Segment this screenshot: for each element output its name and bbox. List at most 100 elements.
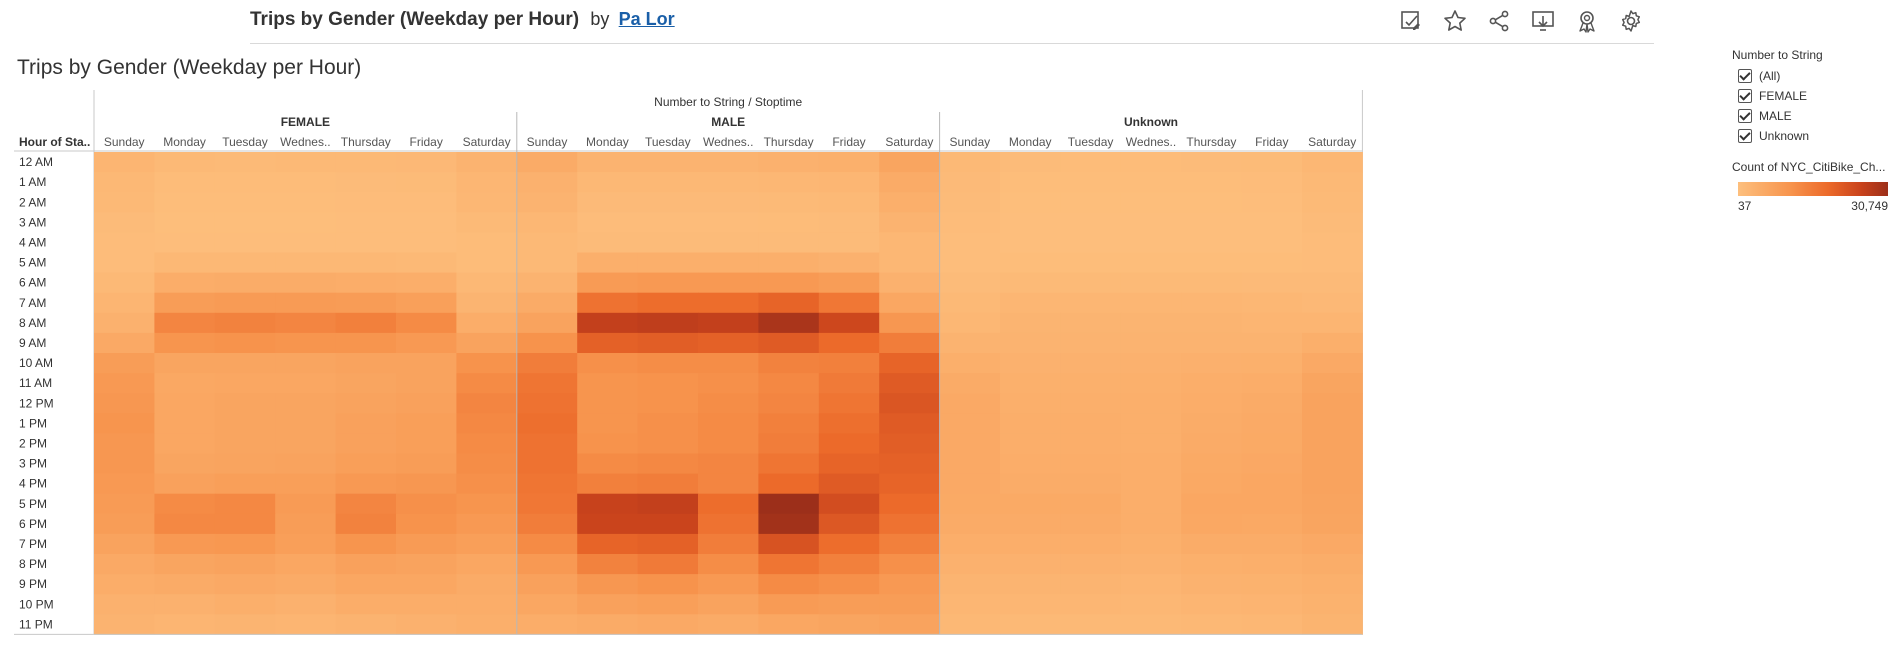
- heatmap-cell: [516, 353, 578, 374]
- heatmap-cell: [456, 172, 518, 193]
- heatmap-cell: [1000, 393, 1061, 414]
- group-label: Unknown: [1124, 115, 1178, 129]
- checkbox-checked-icon[interactable]: [1738, 69, 1752, 83]
- heatmap-cell: [939, 473, 1001, 495]
- heatmap-cell: [456, 614, 518, 635]
- heatmap-cell: [939, 172, 1001, 193]
- heatmap-cell: [1241, 152, 1303, 173]
- heatmap-cell: [275, 252, 337, 274]
- heatmap-cell: [1060, 533, 1122, 555]
- color-min-label: 37: [1738, 199, 1752, 213]
- heatmap-cell: [1302, 493, 1363, 515]
- heatmap-chart: Number to String / Stoptime FEMALE Sunday M…: [14, 90, 1363, 635]
- day-label: Friday: [1255, 135, 1288, 149]
- hour-label: 12 AM: [19, 155, 53, 169]
- heatmap-cell: [516, 373, 578, 394]
- heatmap-cell: [1241, 453, 1303, 475]
- heatmap-cell: [698, 594, 759, 615]
- heatmap-cell: [335, 594, 397, 615]
- heatmap-cell: [698, 373, 759, 394]
- heatmap-cell: [94, 353, 155, 374]
- heatmap-cell: [154, 152, 216, 173]
- filter-item-female[interactable]: FEMALE: [1732, 86, 1902, 106]
- heatmap-cell: [335, 232, 397, 253]
- heatmap-cell: [275, 533, 337, 555]
- share-icon[interactable]: [1486, 8, 1512, 34]
- heatmap-cell: [275, 614, 337, 635]
- heatmap-cell: [1000, 513, 1061, 535]
- heatmap-cell: [1241, 192, 1303, 213]
- hour-label: 2 PM: [19, 436, 47, 450]
- heatmap-cell: [275, 413, 337, 434]
- heatmap-cell: [275, 574, 337, 595]
- checkbox-checked-icon[interactable]: [1738, 129, 1752, 143]
- heatmap-cell: [577, 533, 639, 555]
- heatmap-cell: [1120, 413, 1182, 434]
- metrics-icon[interactable]: [1574, 8, 1600, 34]
- hour-label: 6 AM: [19, 276, 46, 290]
- heatmap-cell: [698, 172, 759, 193]
- heatmap-cell: [879, 433, 941, 454]
- heatmap-cell: [577, 252, 639, 274]
- edit-sheet-icon[interactable]: [1398, 8, 1424, 34]
- checkbox-checked-icon[interactable]: [1738, 89, 1752, 103]
- heatmap-cell: [698, 232, 759, 253]
- heatmap-cell: [1241, 332, 1303, 354]
- heatmap-cell: [1000, 533, 1061, 555]
- heatmap-cell: [698, 493, 759, 515]
- heatmap-cell: [1060, 172, 1122, 193]
- heatmap-cell: [879, 574, 941, 595]
- heatmap-cell: [637, 594, 699, 615]
- heatmap-cell: [758, 493, 820, 515]
- heatmap-cell: [637, 533, 699, 555]
- heatmap-cell: [396, 493, 457, 515]
- heatmap-cell: [154, 272, 216, 294]
- heatmap-cell: [335, 533, 397, 555]
- heatmap-cell: [577, 574, 639, 595]
- heatmap-cell: [214, 292, 276, 314]
- heatmap-cell: [1060, 614, 1122, 635]
- day-label: Sunday: [104, 135, 145, 149]
- heatmap-cell: [154, 493, 216, 515]
- heatmap-cell: [214, 373, 276, 394]
- heatmap-cell: [1181, 433, 1243, 454]
- heatmap-cell: [637, 353, 699, 374]
- heatmap-cell: [1000, 252, 1061, 274]
- heatmap-cell: [214, 433, 276, 454]
- filter-item-unknown[interactable]: Unknown: [1732, 126, 1902, 146]
- star-icon[interactable]: [1442, 8, 1468, 34]
- heatmap-cell: [698, 574, 759, 595]
- heatmap-cell: [637, 152, 699, 173]
- heatmap-cell: [1241, 554, 1303, 575]
- heatmap-cell: [1120, 554, 1182, 575]
- heatmap-cell: [456, 594, 518, 615]
- heatmap-cell: [1302, 554, 1363, 575]
- heatmap-cell: [275, 152, 337, 173]
- heatmap-cell: [939, 252, 1001, 274]
- heatmap-cell: [758, 594, 820, 615]
- filter-item-male[interactable]: MALE: [1732, 106, 1902, 126]
- heatmap-cell: [818, 212, 880, 233]
- heatmap-cell: [154, 393, 216, 414]
- heatmap-cell: [1181, 332, 1243, 354]
- heatmap-cell: [577, 393, 639, 414]
- heatmap-cell: [939, 353, 1001, 374]
- column-header: Number to String / Stoptime: [654, 95, 802, 109]
- heatmap-cell: [214, 473, 276, 495]
- heatmap-cell: [516, 312, 578, 334]
- heatmap-cell: [939, 493, 1001, 515]
- heatmap-cell: [1060, 473, 1122, 495]
- settings-icon[interactable]: [1618, 8, 1644, 34]
- heatmap-cell: [1181, 594, 1243, 615]
- filter-item-all[interactable]: (All): [1732, 66, 1902, 86]
- heatmap-cell: [1181, 373, 1243, 394]
- download-icon[interactable]: [1530, 8, 1556, 34]
- heatmap-cell: [456, 312, 518, 334]
- group-label: FEMALE: [281, 115, 330, 129]
- heatmap-cell: [818, 574, 880, 595]
- heatmap-cell: [1000, 232, 1061, 253]
- heatmap-cell: [516, 252, 578, 274]
- checkbox-checked-icon[interactable]: [1738, 109, 1752, 123]
- heatmap-cell: [698, 353, 759, 374]
- heatmap-cell: [94, 172, 155, 193]
